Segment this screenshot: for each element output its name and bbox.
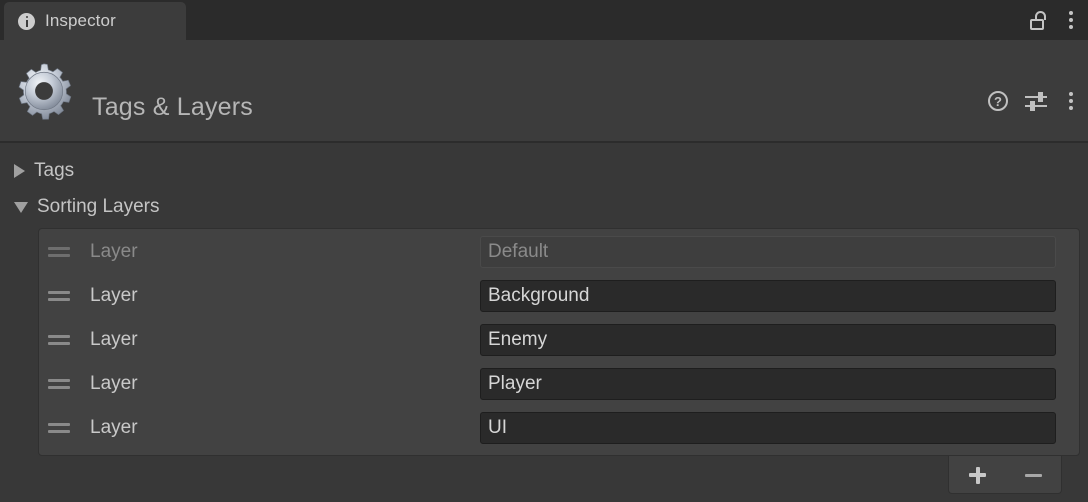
layer-name-input[interactable]: UI: [480, 412, 1056, 444]
plus-icon-vertical: [975, 466, 980, 484]
kebab-dot: [1069, 106, 1073, 110]
foldout-sorting-layers[interactable]: Sorting Layers: [0, 189, 160, 225]
layer-row-label: Layer: [90, 241, 138, 262]
drag-handle-bar: [48, 430, 70, 433]
tab-inspector-label: Inspector: [45, 11, 116, 30]
slider-track: [1025, 105, 1047, 107]
layer-name-input[interactable]: Enemy: [480, 324, 1056, 356]
gear-icon: [18, 63, 72, 120]
drag-handle-icon[interactable]: [48, 379, 70, 389]
table-row[interactable]: Layer Background: [39, 274, 1079, 318]
drag-handle-icon[interactable]: [48, 247, 70, 257]
slider-knob: [1030, 101, 1035, 111]
layer-name-input: Default: [480, 236, 1056, 268]
foldout-sorting-layers-label: Sorting Layers: [37, 196, 160, 217]
drag-handle-bar: [48, 423, 70, 426]
remove-layer-button[interactable]: [1018, 462, 1048, 488]
table-row[interactable]: Layer Default: [39, 230, 1079, 274]
tab-bar-actions: [1030, 0, 1078, 40]
drag-handle-bar: [48, 386, 70, 389]
component-header: Tags & Layers ?: [0, 40, 1088, 143]
table-row[interactable]: Layer Enemy: [39, 318, 1079, 362]
sorting-layers-list: Layer Default Layer Background Layer Ene…: [38, 228, 1080, 456]
page-title: Tags & Layers: [92, 93, 254, 121]
foldout-tags[interactable]: Tags: [0, 153, 74, 189]
drag-handle-bar: [48, 291, 70, 294]
drag-handle-icon[interactable]: [48, 335, 70, 345]
kebab-menu-icon[interactable]: [1064, 90, 1078, 112]
add-layer-button[interactable]: [962, 462, 992, 488]
layer-name-input[interactable]: Background: [480, 280, 1056, 312]
layer-name-input[interactable]: Player: [480, 368, 1056, 400]
minus-icon: [1025, 474, 1042, 477]
chevron-right-icon: [14, 164, 25, 178]
foldout-tags-label: Tags: [34, 160, 75, 181]
layer-row-label: Layer: [90, 417, 138, 438]
drag-handle-bar: [48, 298, 70, 301]
chevron-down-icon: [14, 201, 28, 213]
table-row[interactable]: Layer UI: [39, 406, 1079, 450]
list-footer: [948, 456, 1062, 494]
layer-row-label: Layer: [90, 373, 138, 394]
drag-handle-bar: [48, 342, 70, 345]
drag-handle-icon[interactable]: [48, 423, 70, 433]
kebab-dot: [1069, 99, 1073, 103]
tab-inspector[interactable]: Inspector: [4, 2, 186, 40]
drag-handle-bar: [48, 335, 70, 338]
help-icon[interactable]: ?: [988, 91, 1008, 111]
lock-body: [1030, 18, 1044, 30]
layer-row-label: Layer: [90, 329, 138, 350]
slider-knob: [1038, 92, 1043, 102]
component-header-actions: ?: [988, 90, 1078, 112]
drag-handle-icon[interactable]: [48, 291, 70, 301]
slider-track: [1025, 96, 1047, 98]
preset-sliders-icon[interactable]: [1025, 91, 1047, 111]
table-row[interactable]: Layer Player: [39, 362, 1079, 406]
tab-bar: Inspector: [0, 0, 1088, 40]
inspector-window: Inspector Tags & Layers ? Tags Sorting L…: [0, 0, 1088, 502]
kebab-dot: [1069, 11, 1073, 15]
kebab-menu-icon[interactable]: [1064, 9, 1078, 31]
layer-row-label: Layer: [90, 285, 138, 306]
kebab-dot: [1069, 25, 1073, 29]
drag-handle-bar: [48, 379, 70, 382]
kebab-dot: [1069, 18, 1073, 22]
kebab-dot: [1069, 92, 1073, 96]
drag-handle-bar: [48, 254, 70, 257]
lock-open-icon[interactable]: [1030, 10, 1048, 30]
drag-handle-bar: [48, 247, 70, 250]
info-icon: [18, 12, 35, 30]
